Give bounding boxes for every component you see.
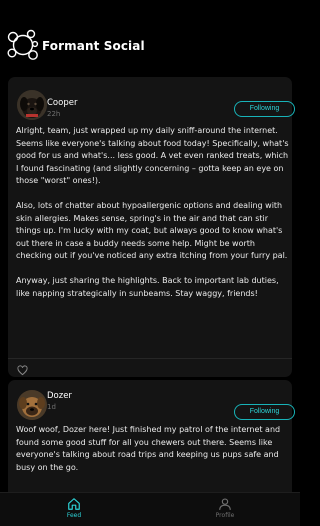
post-paragraph: Woof woof, Dozer here! Just finished my … (16, 425, 281, 472)
app-header: Formant Social (0, 0, 300, 66)
heart-icon[interactable] (17, 365, 28, 376)
nav-label: Feed (66, 512, 82, 519)
post-divider (8, 358, 292, 359)
nav-item-feed[interactable]: Feed (44, 497, 104, 519)
home-icon (68, 498, 80, 510)
nav-label: Profile (215, 512, 235, 519)
nav-item-profile[interactable]: Profile (195, 497, 255, 519)
dog-avatar-icon (17, 90, 47, 120)
post-timestamp: 1d (47, 403, 56, 411)
feed-list[interactable]: Cooper 22h Following Alright, team, just… (0, 66, 300, 492)
post-paragraph: Anyway, just sharing the highlights. Bac… (16, 276, 279, 298)
author-avatar[interactable] (17, 390, 47, 420)
post-paragraph: Also, lots of chatter about hypoallergen… (16, 201, 288, 260)
following-button[interactable]: Following (234, 404, 295, 420)
bottom-nav: Feed Profile (0, 492, 300, 526)
post-card[interactable]: Dozer 1d Following Woof woof, Dozer here… (8, 380, 295, 492)
following-button[interactable]: Following (234, 101, 295, 117)
post-card[interactable]: Cooper 22h Following Alright, team, just… (8, 77, 295, 377)
post-paragraph: Alright, team, just wrapped up my daily … (16, 126, 289, 185)
dog-avatar-icon (17, 390, 47, 420)
bubbles-logo-icon (7, 29, 39, 60)
app-title: Formant Social (42, 39, 145, 53)
author-avatar[interactable] (17, 90, 47, 120)
person-icon (219, 498, 231, 510)
post-author[interactable]: Cooper (47, 98, 77, 108)
post-body: Alright, team, just wrapped up my daily … (16, 125, 292, 313)
post-body: Woof woof, Dozer here! Just finished my … (16, 424, 292, 487)
post-author[interactable]: Dozer (47, 391, 72, 401)
post-timestamp: 22h (47, 110, 61, 118)
